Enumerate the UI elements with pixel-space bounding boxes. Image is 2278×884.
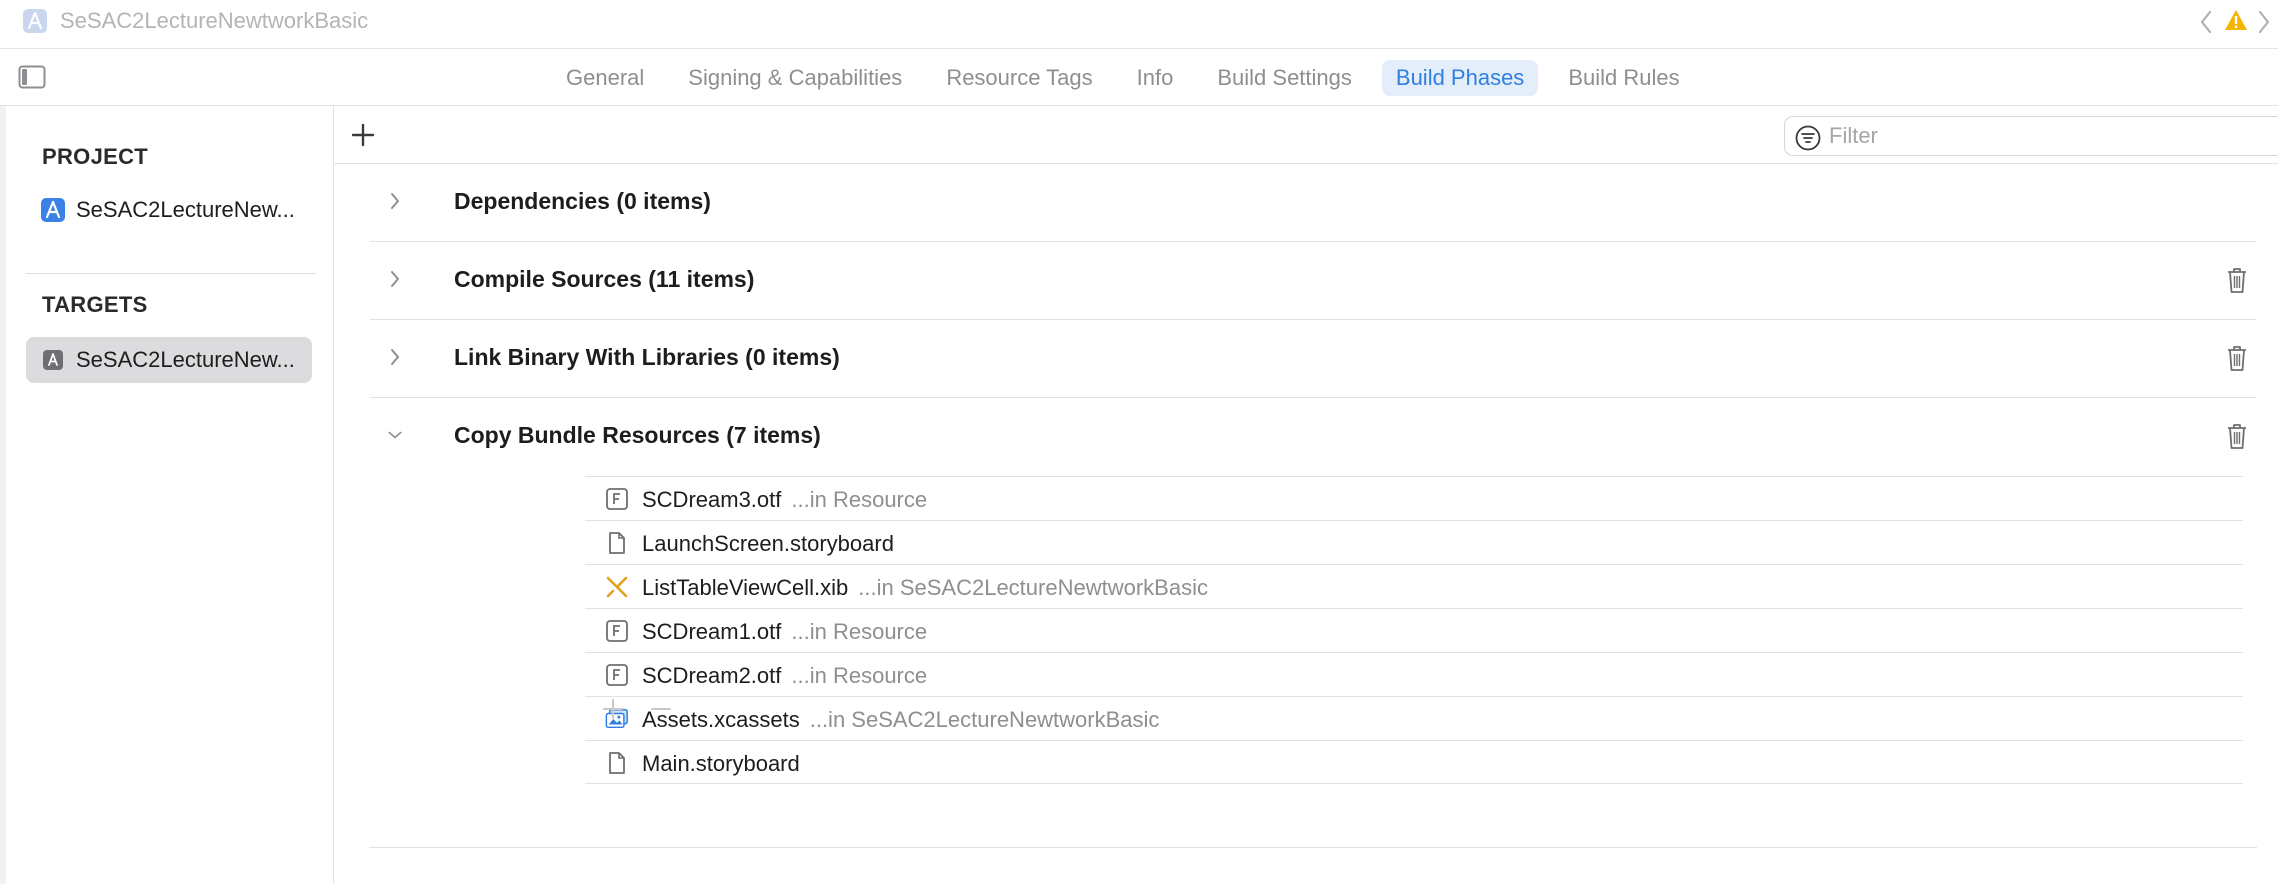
phase-bottom-divider	[369, 847, 2257, 848]
file-name: ListTableViewCell.xib	[642, 575, 849, 600]
trash-icon[interactable]	[2226, 422, 2248, 450]
chevron-right-icon[interactable]	[386, 346, 404, 368]
file-name: LaunchScreen.storyboard	[642, 531, 894, 556]
targets-section-heading: TARGETS	[42, 292, 148, 317]
font-file-icon	[606, 620, 628, 642]
sidebar-divider	[26, 273, 316, 274]
trash-icon[interactable]	[2226, 344, 2248, 372]
file-name: SCDream3.otf	[642, 487, 782, 512]
chevron-right-icon[interactable]	[386, 190, 404, 212]
title-bar: SeSAC2LectureNewtworkBasic	[0, 0, 2278, 42]
list-item[interactable]: SCDream1.otf ...in Resource	[585, 608, 2243, 652]
tab-build-rules[interactable]: Build Rules	[1554, 60, 1693, 96]
chevron-right-icon[interactable]	[386, 268, 404, 290]
add-phase-icon[interactable]	[348, 120, 378, 150]
app-target-icon	[43, 350, 63, 370]
editor-tab-bar: General Signing & Capabilities Resource …	[0, 48, 2278, 106]
xib-file-icon	[606, 576, 628, 598]
tab-list: General Signing & Capabilities Resource …	[552, 60, 1710, 96]
tab-build-settings[interactable]: Build Settings	[1203, 60, 1366, 96]
filter-input[interactable]	[1829, 121, 2269, 151]
filter-icon	[1795, 125, 1821, 151]
file-name: Main.storyboard	[642, 751, 800, 776]
phase-copy-bundle-resources[interactable]: Copy Bundle Resources (7 items)	[370, 398, 2256, 476]
phases-toolbar	[334, 106, 2278, 164]
sidebar-item-project[interactable]: SeSAC2LectureNew...	[26, 187, 312, 233]
warning-icon[interactable]	[2224, 8, 2248, 32]
add-file-icon[interactable]	[600, 696, 626, 722]
chevron-right-icon[interactable]	[2256, 9, 2272, 35]
phase-title: Link Binary With Libraries (0 items)	[454, 344, 840, 370]
trash-icon[interactable]	[2226, 266, 2248, 294]
file-location: ...in SeSAC2LectureNewtworkBasic	[858, 575, 1208, 600]
chevron-left-icon[interactable]	[2198, 9, 2214, 35]
phase-title: Copy Bundle Resources (7 items)	[454, 422, 821, 448]
phase-title: Compile Sources (11 items)	[454, 266, 755, 292]
document-file-icon	[609, 532, 625, 554]
chevron-down-icon[interactable]	[386, 424, 404, 446]
sidebar-edge	[0, 106, 6, 884]
xcode-project-icon	[41, 198, 65, 222]
tab-resource-tags[interactable]: Resource Tags	[932, 60, 1106, 96]
file-location: ...in Resource	[791, 663, 928, 688]
sidebar-item-label: SeSAC2LectureNew...	[76, 347, 295, 372]
xcode-project-icon	[23, 9, 47, 33]
file-list-actions	[600, 692, 680, 728]
remove-file-icon[interactable]	[648, 696, 674, 722]
font-file-icon	[606, 664, 628, 686]
list-item[interactable]: ListTableViewCell.xib ...in SeSAC2Lecture…	[585, 564, 2243, 608]
file-location: ...in Resource	[791, 619, 928, 644]
sidebar-item-label: SeSAC2LectureNew...	[76, 197, 295, 222]
sidebar-item-target[interactable]: SeSAC2LectureNew...	[26, 337, 312, 383]
tab-general[interactable]: General	[552, 60, 658, 96]
list-item[interactable]: LaunchScreen.storyboard	[585, 520, 2243, 564]
project-target-sidebar: PROJECT SeSAC2LectureNew... TARGETS SeSA…	[0, 106, 334, 884]
file-name: SCDream2.otf	[642, 663, 782, 688]
list-item[interactable]: Main.storyboard	[585, 740, 2243, 784]
phase-dependencies[interactable]: Dependencies (0 items)	[370, 164, 2256, 242]
list-item[interactable]: Assets.xcassets ...in SeSAC2LectureNewtwo…	[585, 696, 2243, 740]
project-section-heading: PROJECT	[42, 144, 149, 169]
tab-build-phases[interactable]: Build Phases	[1381, 60, 1539, 96]
file-location: ...in Resource	[791, 487, 928, 512]
list-item[interactable]: SCDream2.otf ...in Resource	[585, 652, 2243, 696]
phase-compile-sources[interactable]: Compile Sources (11 items)	[370, 242, 2256, 320]
tab-signing-capabilities[interactable]: Signing & Capabilities	[674, 60, 916, 96]
file-location: ...in SeSAC2LectureNewtworkBasic	[809, 707, 1160, 732]
list-item[interactable]: SCDream3.otf ...in Resource	[585, 476, 2243, 520]
tab-info[interactable]: Info	[1123, 60, 1188, 96]
phase-title: Dependencies (0 items)	[454, 188, 711, 214]
phase-link-binary[interactable]: Link Binary With Libraries (0 items)	[370, 320, 2256, 398]
font-file-icon	[606, 488, 628, 510]
filter-field[interactable]	[1784, 116, 2278, 156]
sidebar-toggle-icon[interactable]	[18, 65, 46, 89]
copy-bundle-resources-file-list: SCDream3.otf ...in Resource LaunchScreen.…	[585, 476, 2243, 784]
document-file-icon	[609, 752, 625, 774]
window-title: SeSAC2LectureNewtworkBasic	[60, 8, 369, 33]
file-name: SCDream1.otf	[642, 619, 782, 644]
